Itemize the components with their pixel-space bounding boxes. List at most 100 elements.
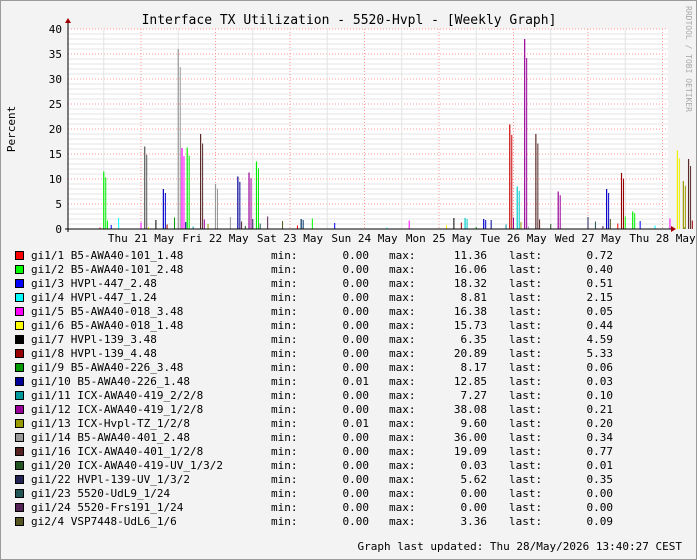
x-tick-label: Mon 25 May	[406, 232, 473, 245]
legend-swatch	[15, 349, 24, 358]
min-label: min:	[271, 375, 298, 388]
legend-swatch	[15, 391, 24, 400]
max-value: 0.00	[460, 501, 488, 514]
last-label: last:	[509, 417, 543, 430]
last-label: last:	[509, 431, 543, 444]
max-value: 36.00	[453, 431, 487, 444]
series-name: gi1/1 B5-AWA40-101_1.48	[31, 249, 184, 262]
watermark: RRDTOOL / TOBI OETIKER	[684, 6, 693, 112]
max-label: max:	[389, 445, 416, 458]
max-value: 3.36	[460, 515, 488, 528]
last-value: 0.72	[586, 249, 614, 262]
min-value: 0.00	[342, 319, 370, 332]
last-label: last:	[509, 501, 543, 514]
legend-swatch	[15, 335, 24, 344]
last-value: 0.35	[586, 473, 614, 486]
min-value: 0.00	[342, 263, 370, 276]
max-label: max:	[389, 263, 416, 276]
series-name: gi1/11 ICX-AWA40-419_2/2/8	[31, 389, 204, 402]
max-value: 0.03	[460, 459, 488, 472]
last-label: last:	[509, 515, 543, 528]
series-name: gi1/7 HVPl-139_3.48	[31, 333, 157, 346]
last-label: last:	[509, 375, 543, 388]
min-value: 0.00	[342, 501, 370, 514]
last-value: 0.10	[586, 389, 614, 402]
min-label: min:	[271, 263, 298, 276]
max-label: max:	[389, 249, 416, 262]
last-value: 0.05	[586, 305, 614, 318]
min-value: 0.00	[342, 361, 370, 374]
y-tick-label: 0	[55, 223, 62, 236]
last-label: last:	[509, 487, 543, 500]
legend-swatch	[15, 475, 24, 484]
max-label: max:	[389, 277, 416, 290]
legend-swatch	[15, 251, 24, 260]
x-tick-label: Tue 26 May	[480, 232, 547, 245]
legend-swatch	[15, 489, 24, 498]
y-tick-label: 40	[49, 23, 62, 36]
legend-swatch	[15, 363, 24, 372]
min-label: min:	[271, 403, 298, 416]
y-tick-label: 5	[55, 198, 62, 211]
legend-swatch	[15, 405, 24, 414]
x-tick-label: Fri 22 May	[182, 232, 249, 245]
series-name: gi1/8 HVPl-139_4.48	[31, 347, 157, 360]
series-name: gi1/23 5520-UdL9_1/24	[31, 487, 171, 500]
min-value: 0.00	[342, 487, 370, 500]
last-value: 5.33	[586, 347, 614, 360]
max-value: 38.08	[453, 403, 487, 416]
last-value: 4.59	[586, 333, 614, 346]
chart: Interface TX Utilization - 5520-Hvpl - […	[5, 6, 696, 245]
legend-swatch	[15, 461, 24, 470]
max-label: max:	[389, 431, 416, 444]
last-label: last:	[509, 291, 543, 304]
series-name: gi1/2 B5-AWA40-101_2.48	[31, 263, 184, 276]
min-value: 0.01	[342, 375, 370, 388]
min-value: 0.00	[342, 473, 370, 486]
min-value: 0.00	[342, 515, 370, 528]
min-label: min:	[271, 515, 298, 528]
y-axis-label: Percent	[5, 106, 18, 152]
max-value: 16.06	[453, 263, 487, 276]
max-label: max:	[389, 347, 416, 360]
legend-swatch	[15, 265, 24, 274]
series-name: gi1/9 B5-AWA40-226_3.48	[31, 361, 184, 374]
series-name: gi1/16 ICX-AWA40-401_1/2/8	[31, 445, 204, 458]
last-value: 0.00	[586, 487, 614, 500]
min-value: 0.01	[342, 417, 370, 430]
last-label: last:	[509, 305, 543, 318]
legend-swatch	[15, 433, 24, 442]
last-value: 0.77	[586, 445, 614, 458]
min-value: 0.00	[342, 403, 370, 416]
max-label: max:	[389, 487, 416, 500]
min-label: min:	[271, 319, 298, 332]
last-value: 0.20	[586, 417, 614, 430]
min-value: 0.00	[342, 347, 370, 360]
last-label: last:	[509, 403, 543, 416]
legend-swatch	[15, 321, 24, 330]
last-value: 0.51	[586, 277, 614, 290]
min-label: min:	[271, 347, 298, 360]
plot-area: 0 5 10 15 20 25 30 35 40 Thu 21 May Fri 22 May Sat …	[49, 18, 696, 245]
min-value: 0.00	[342, 333, 370, 346]
y-tick-label: 35	[49, 48, 62, 61]
legend-swatch	[15, 447, 24, 456]
series-name: gi1/12 ICX-AWA40-419_1/2/8	[31, 403, 204, 416]
series-name: gi1/3 HVPl-447_2.48	[31, 277, 157, 290]
min-label: min:	[271, 501, 298, 514]
last-label: last:	[509, 347, 543, 360]
legend-swatch	[15, 419, 24, 428]
last-value: 0.01	[586, 459, 614, 472]
min-label: min:	[271, 445, 298, 458]
series-name: gi1/22 HVPl-139-UV_1/3/2	[31, 473, 190, 486]
y-tick-label: 10	[49, 173, 62, 186]
last-label: last:	[509, 319, 543, 332]
last-label: last:	[509, 333, 543, 346]
max-label: max:	[389, 375, 416, 388]
last-value: 0.21	[586, 403, 614, 416]
max-value: 18.32	[453, 277, 487, 290]
min-value: 0.00	[342, 459, 370, 472]
last-updated-footer: Graph last updated: Thu 28/May/2026 13:4…	[357, 540, 682, 553]
x-tick-label: Sun 24 May	[331, 232, 398, 245]
min-value: 0.00	[342, 291, 370, 304]
